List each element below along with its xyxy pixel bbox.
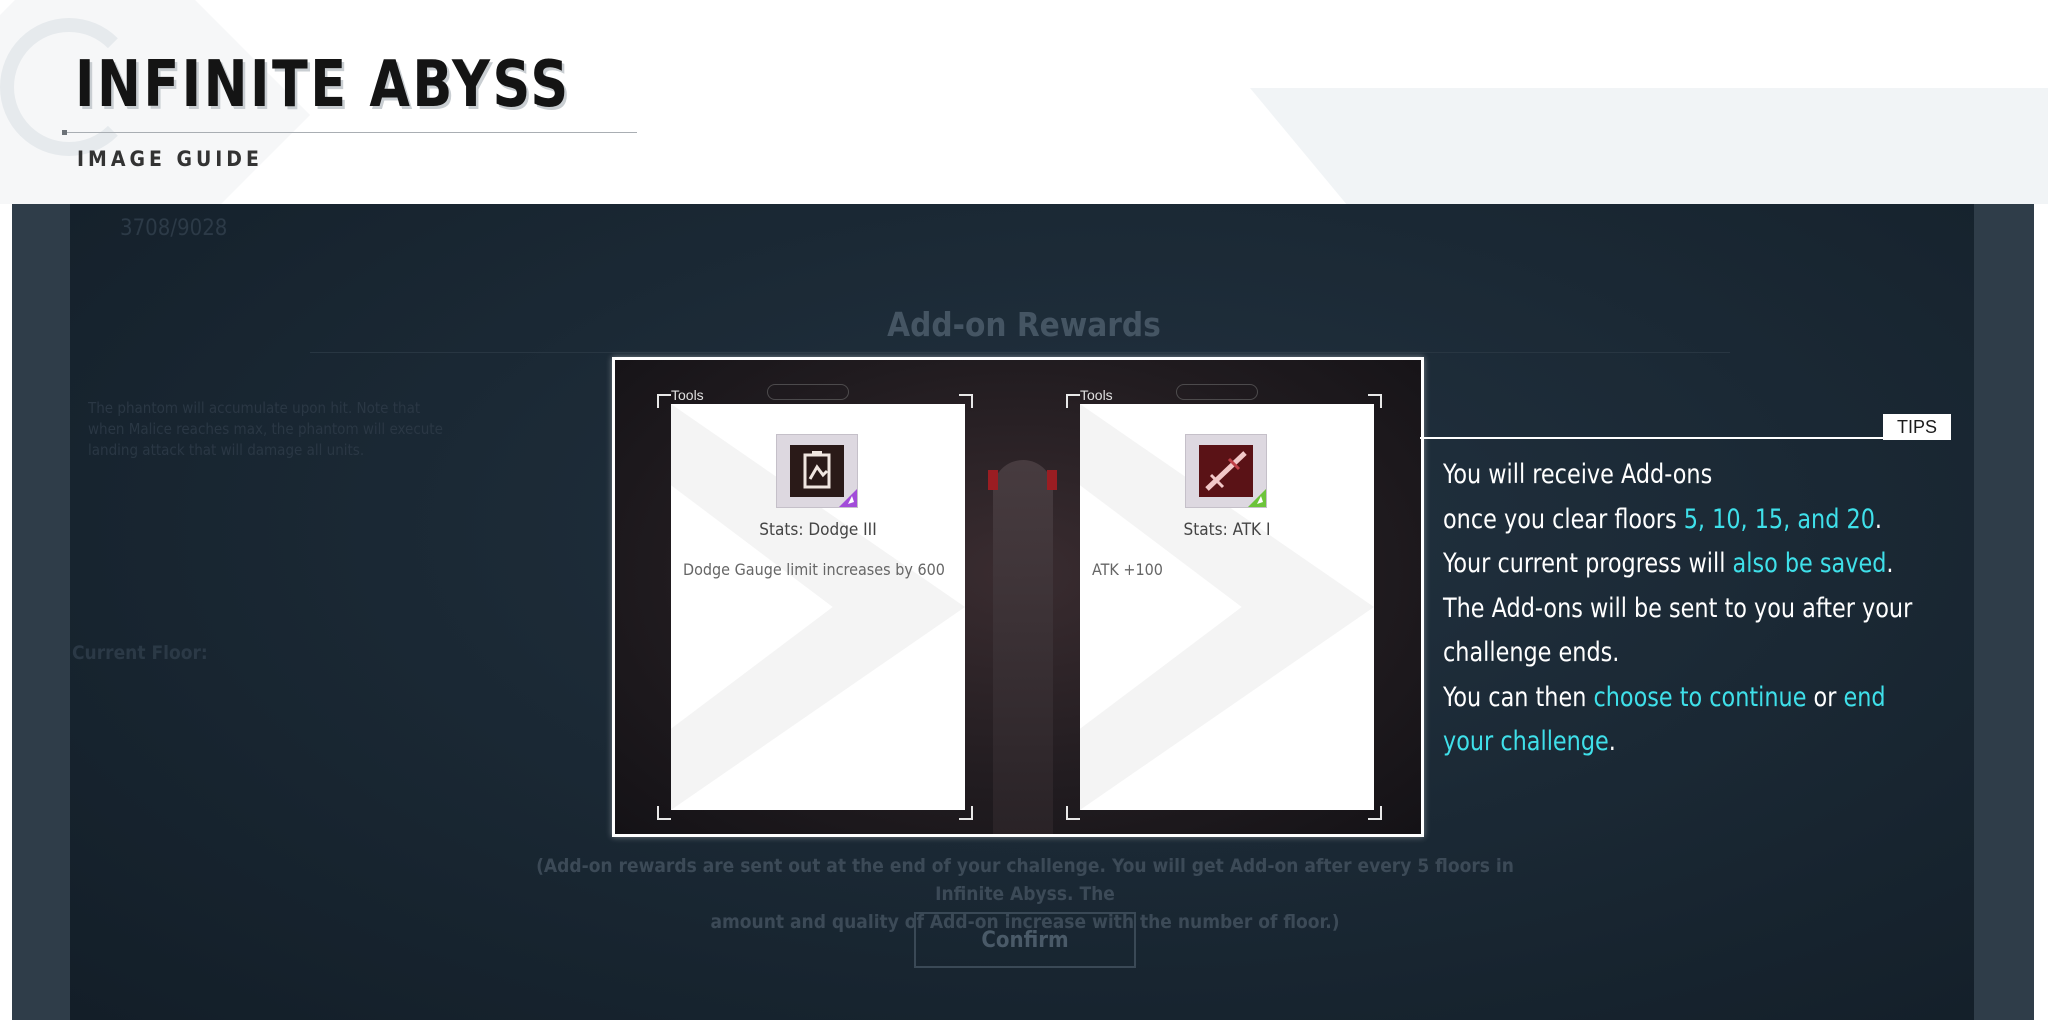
tips-line: your challenge.: [1443, 720, 1940, 765]
card-category: Tools: [671, 387, 704, 403]
reward-card-atk[interactable]: Stats: ATK I ATK +100: [1080, 404, 1374, 810]
tips-highlight: also be saved: [1732, 548, 1887, 579]
title-divider-dot: [62, 130, 67, 135]
confirm-button[interactable]: Confirm: [914, 912, 1136, 968]
frame-corner: [1066, 394, 1080, 408]
reward-card-frame[interactable]: Tools Stats: Dodge III Dodge Gauge limit…: [657, 384, 973, 820]
tips-highlight: 5, 10, 15, and 20: [1683, 503, 1875, 535]
card-name: Stats: Dodge III: [759, 520, 877, 540]
tips-text-segment: or: [1806, 681, 1844, 713]
atk-icon: [1199, 445, 1253, 497]
hp-counter: 3708/9028: [120, 216, 228, 241]
tips-connector-line: [1420, 437, 1950, 439]
tips-line: You can then choose to continue or end: [1443, 676, 1940, 721]
reward-card-dodge[interactable]: Stats: Dodge III Dodge Gauge limit incre…: [671, 404, 965, 810]
tips-line: You will receive Add-ons: [1443, 453, 1940, 498]
tips-highlight: your challenge: [1443, 726, 1609, 757]
page-subtitle: IMAGE GUIDE: [77, 147, 263, 171]
character-silhouette: [993, 460, 1053, 834]
current-floor-label: Current Floor:: [72, 642, 208, 664]
tips-highlight: choose to continue: [1593, 681, 1807, 713]
page-title: INFINITE ABYSS: [75, 48, 571, 122]
dodge-icon: [790, 445, 844, 497]
guide-header: INFINITE ABYSS IMAGE GUIDE: [0, 0, 2048, 204]
card-name: Stats: ATK I: [1183, 520, 1271, 540]
rewards-title-divider: [310, 352, 1730, 353]
category-decoration: [767, 384, 849, 400]
tips-text-segment: .: [1608, 726, 1616, 757]
tips-line: Your current progress will also be saved…: [1443, 542, 1940, 587]
boss-description: The phantom will accumulate upon hit. No…: [88, 399, 443, 459]
reward-card-frame[interactable]: Tools Stats: ATK I ATK +100: [1066, 384, 1382, 820]
tips-text-segment: .: [1874, 503, 1883, 535]
rewards-title: Add-on Rewards: [887, 305, 1161, 344]
tips-tag: TIPS: [1883, 414, 1951, 440]
character-horn-left: [988, 470, 998, 490]
header-decoration-right: [1250, 88, 2048, 204]
title-divider: [62, 132, 637, 133]
reward-icon-frame: [1185, 434, 1267, 508]
tips-text-segment: .: [1886, 548, 1894, 579]
reward-icon-frame: [776, 434, 858, 508]
card-category: Tools: [1080, 387, 1113, 403]
highlighted-rewards: Tools Stats: Dodge III Dodge Gauge limit…: [612, 357, 1424, 837]
rarity-badge: [1248, 489, 1266, 507]
tips-line: challenge ends.: [1443, 631, 1940, 676]
character-horn-right: [1047, 470, 1057, 490]
card-description: ATK +100: [1092, 560, 1163, 579]
card-description: Dodge Gauge limit increases by 600: [683, 560, 945, 579]
category-decoration: [1176, 384, 1258, 400]
tips-highlight: end: [1843, 681, 1886, 713]
tips-text: You will receive Add-ons once you clear …: [1443, 453, 1940, 765]
rarity-badge: [839, 489, 857, 507]
tips-text-segment: You can then: [1443, 681, 1594, 713]
rewards-note-line1: (Add-on rewards are sent out at the end …: [536, 855, 1514, 905]
tips-line: The Add-ons will be sent to you after yo…: [1443, 587, 1940, 632]
tips-text-segment: challenge ends.: [1443, 637, 1620, 668]
tips-text-segment: The Add-ons will be sent to you after yo…: [1443, 592, 1913, 624]
frame-corner: [1066, 806, 1080, 820]
frame-corner: [657, 806, 671, 820]
frame-corner: [657, 394, 671, 408]
tips-text-segment: Your current progress will: [1443, 548, 1733, 579]
tips-text-segment: once you clear floors: [1443, 503, 1684, 535]
tips-line: once you clear floors 5, 10, 15, and 20.: [1443, 498, 1940, 543]
tips-text-segment: You will receive Add-ons: [1443, 459, 1713, 490]
